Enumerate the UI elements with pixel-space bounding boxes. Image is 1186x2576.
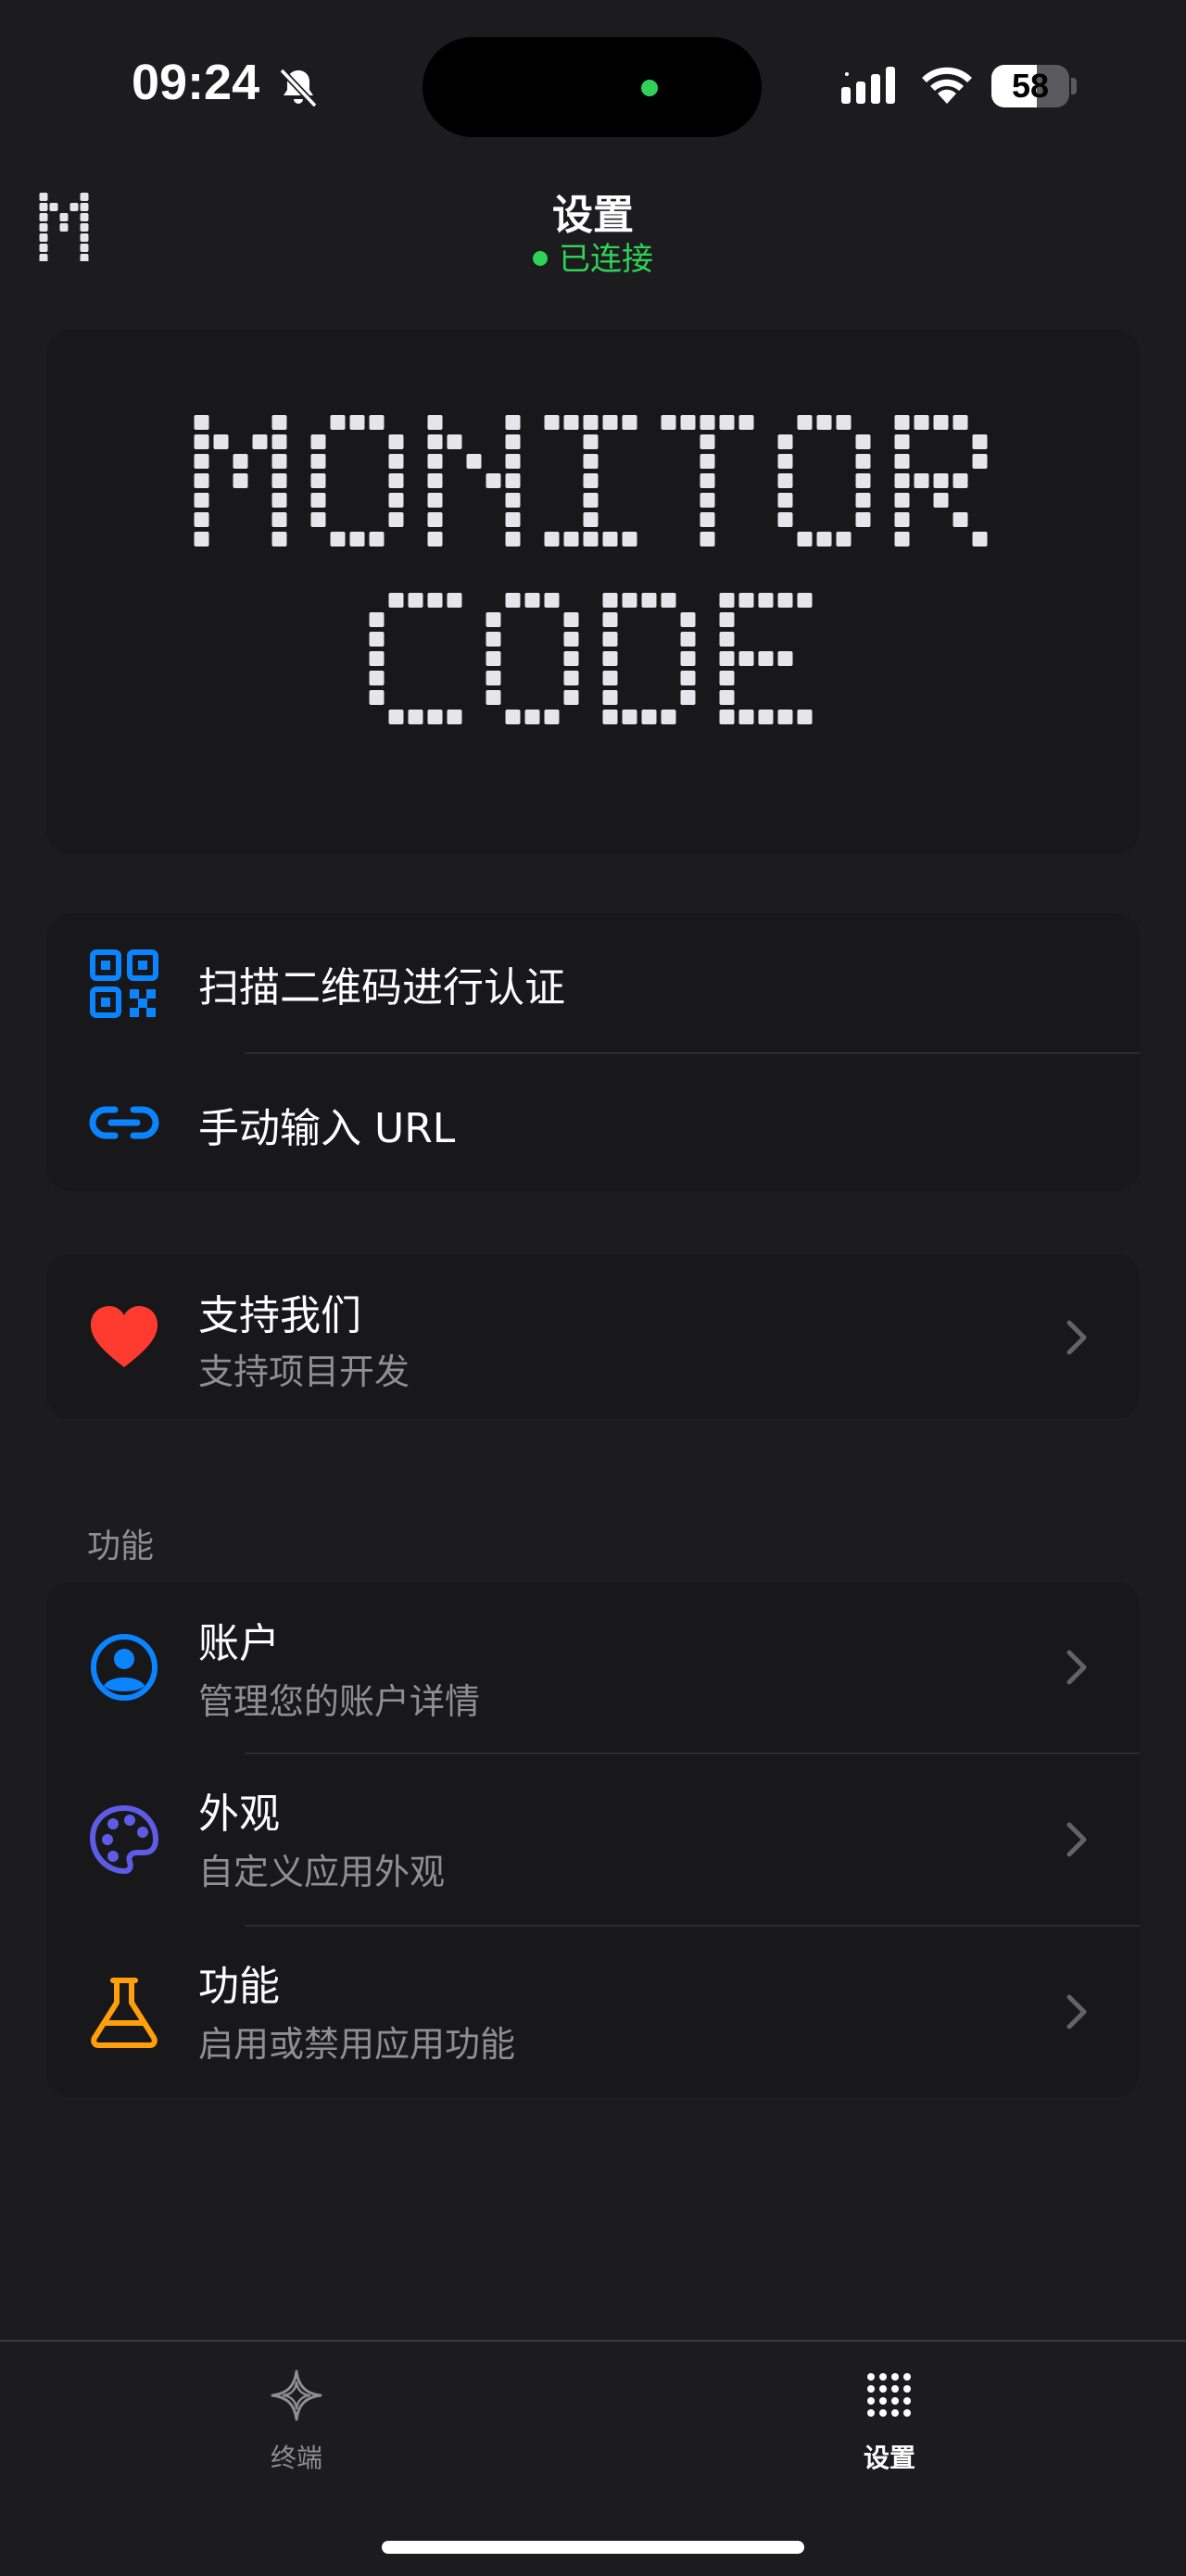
home-indicator: [382, 2541, 804, 2554]
wifi-icon: [922, 67, 972, 104]
sparkle-icon: [271, 2369, 322, 2421]
appearance-row[interactable]: 外观 自定义应用外观: [46, 1754, 1140, 1925]
appearance-label: 外观: [198, 1791, 280, 1838]
logo-letter: [194, 415, 287, 547]
chevron-right-icon: [1066, 1822, 1087, 1857]
tab-settings-label: 设置: [863, 2443, 915, 2473]
tab-terminal-label: 终端: [270, 2443, 322, 2473]
monitor-code-logo: [194, 415, 988, 724]
logo-letter: [661, 415, 754, 547]
section-label-features: 功能: [87, 1527, 155, 1565]
grid-dots-icon: [867, 2373, 911, 2417]
logo-letter: [486, 593, 579, 724]
palette-icon: [89, 1804, 159, 1875]
bell-muted-icon: [279, 68, 318, 108]
manual-url-label: 手动输入 URL: [198, 1105, 456, 1152]
cellular-signal-icon: [841, 67, 895, 104]
page-title: 设置: [552, 192, 634, 239]
logo-letter: [427, 415, 521, 547]
features-label: 功能: [198, 1963, 280, 2010]
qr-code-icon: [90, 949, 158, 1018]
status-time: 09:24: [132, 55, 260, 110]
logo-letter: [602, 593, 696, 724]
battery-percent: 58: [1011, 67, 1050, 105]
scan-qr-row[interactable]: 扫描二维码进行认证: [46, 913, 1140, 1052]
manual-url-row[interactable]: 手动输入 URL: [46, 1054, 1140, 1191]
logo-letter: [544, 415, 637, 547]
hero-logo-card: [46, 330, 1140, 854]
features-sublabel: 启用或禁用应用功能: [198, 2024, 516, 2065]
dynamic-island: [423, 37, 762, 137]
logo-letter: [369, 593, 462, 724]
auth-card: 扫描二维码进行认证 手动输入 URL: [46, 913, 1140, 1191]
account-label: 账户: [198, 1620, 280, 1667]
support-row[interactable]: 支持我们 支持项目开发: [46, 1254, 1140, 1419]
battery-indicator: 58: [991, 65, 1077, 107]
account-sublabel: 管理您的账户详情: [198, 1681, 481, 1722]
account-row[interactable]: 账户 管理您的账户详情: [46, 1582, 1140, 1753]
support-card[interactable]: 支持我们 支持项目开发: [46, 1254, 1140, 1419]
support-sublabel: 支持项目开发: [198, 1351, 410, 1392]
status-bar: 09:24 58: [0, 0, 1186, 167]
connection-status: 已连接: [0, 233, 1186, 279]
tab-terminal[interactable]: 终端: [158, 2342, 435, 2490]
logo-letter: [310, 415, 404, 547]
logo-letter: [894, 415, 988, 547]
chevron-right-icon: [1066, 1650, 1087, 1685]
status-dot-icon: [533, 250, 548, 266]
scan-qr-label: 扫描二维码进行认证: [198, 964, 565, 1012]
logo-letter: [777, 415, 871, 547]
logo-letter: [719, 593, 813, 724]
connection-status-label: 已连接: [559, 241, 653, 278]
tab-settings[interactable]: 设置: [751, 2342, 1028, 2490]
heart-icon: [91, 1306, 158, 1367]
appearance-sublabel: 自定义应用外观: [198, 1852, 446, 1892]
chevron-right-icon: [1066, 1320, 1087, 1355]
person-circle-icon: [91, 1634, 158, 1701]
features-card: 账户 管理您的账户详情 外观 自定义应用外观 功能 启用或禁用应用功能: [46, 1582, 1140, 2097]
features-row[interactable]: 功能 启用或禁用应用功能: [46, 1927, 1140, 2097]
camera-indicator-dot: [641, 80, 658, 96]
flask-icon: [91, 1978, 158, 2048]
support-label: 支持我们: [198, 1292, 361, 1339]
chevron-right-icon: [1066, 1994, 1087, 2029]
link-icon: [89, 1106, 159, 1139]
